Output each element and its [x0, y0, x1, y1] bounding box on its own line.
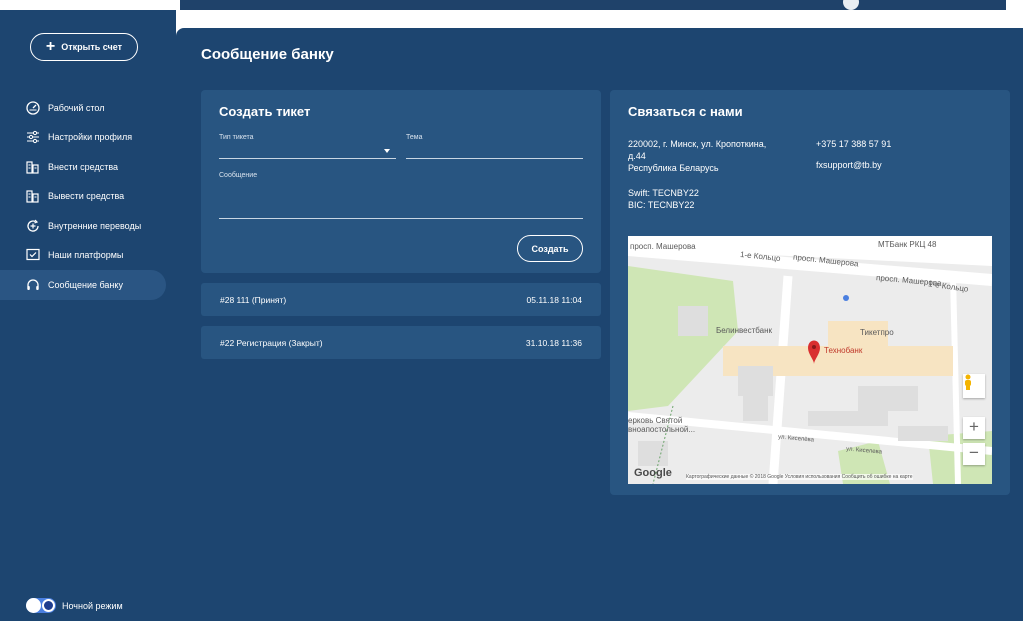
open-account-button[interactable]: + Открыть счет [30, 33, 138, 61]
night-mode-toggle[interactable] [26, 598, 56, 613]
page-title: Сообщение банку [201, 46, 334, 63]
platform-icon [26, 248, 40, 262]
ticket-name: #28 111 (Принят) [220, 294, 287, 305]
map-street-label: просп. Машерова [630, 242, 696, 251]
ticket-type-label: Тип тикета [219, 134, 254, 141]
chevron-down-icon[interactable] [384, 149, 390, 153]
transfer-icon [26, 219, 40, 233]
night-mode-label: Ночной режим [62, 600, 123, 611]
message-textarea[interactable] [219, 218, 583, 219]
contact-title: Связаться с нами [628, 104, 743, 119]
message-label: Сообщение [219, 172, 258, 179]
address-line-3: Республика Беларусь [628, 163, 719, 173]
map-canvas [628, 236, 992, 484]
address-line-1: 220002, г. Минск, ул. Кропоткина, [628, 139, 767, 149]
dashboard-icon [26, 101, 40, 115]
settings-sliders-icon [26, 130, 40, 144]
create-ticket-button[interactable]: Создать [517, 235, 583, 262]
sidebar-item-label: Наши платформы [48, 250, 124, 261]
sidebar: + Открыть счет Рабочий стол Настройки пр… [0, 10, 176, 621]
sidebar-item-label: Вывести средства [48, 191, 125, 202]
map-poi-label: Технобанк [824, 346, 863, 355]
sidebar-item-internal-transfers[interactable]: Внутренние переводы [0, 211, 176, 241]
map-poi-label: вноапостольной... [628, 425, 696, 434]
location-map[interactable]: просп. Машерова 1-е Кольцо просп. Машеро… [628, 236, 992, 484]
swift-code: Swift: TECNBY22 [628, 188, 699, 198]
create-ticket-card: Создать тикет Тип тикета Тема Сообщение … [201, 90, 601, 273]
sidebar-item-profile-settings[interactable]: Настройки профиля [0, 123, 176, 153]
zoom-in-button[interactable]: + [963, 417, 985, 439]
deposit-icon [26, 160, 40, 174]
sidebar-item-label: Настройки профиля [48, 132, 133, 143]
support-email[interactable]: fxsupport@tb.by [816, 159, 882, 171]
main-panel: Сообщение банку Создать тикет Тип тикета… [176, 28, 1023, 621]
map-poi-label: МТБанк РКЦ 48 [878, 240, 937, 249]
sidebar-item-label: Сообщение банку [48, 279, 123, 290]
contact-card: Связаться с нами 220002, г. Минск, ул. К… [610, 90, 1010, 495]
sidebar-nav: Рабочий стол Настройки профиля Внести ср… [0, 93, 176, 300]
sidebar-item-platforms[interactable]: Наши платформы [0, 241, 176, 271]
sidebar-item-label: Внести средства [48, 161, 119, 172]
topic-label: Тема [406, 134, 423, 141]
phone-number[interactable]: +375 17 388 57 91 [816, 138, 891, 150]
google-logo: Google [634, 467, 672, 479]
withdraw-icon [26, 189, 40, 203]
header-strip [180, 0, 1006, 10]
map-poi-label: Белинвестбанк [716, 326, 773, 335]
ticket-name: #22 Регистрация (Закрыт) [220, 337, 323, 348]
map-poi-label: Тикетпро [860, 328, 894, 337]
create-ticket-title: Создать тикет [219, 104, 311, 119]
plus-icon: + [45, 38, 56, 55]
map-poi-label: ерковь Святой [628, 416, 683, 425]
ticket-row[interactable]: #22 Регистрация (Закрыт) 31.10.18 11:36 [201, 326, 601, 359]
topic-input[interactable] [406, 158, 583, 159]
headset-icon [26, 278, 40, 292]
sidebar-item-withdraw[interactable]: Вывести средства [0, 182, 176, 212]
sidebar-item-label: Внутренние переводы [48, 220, 142, 231]
sidebar-item-deposit[interactable]: Внести средства [0, 152, 176, 182]
ticket-date: 05.11.18 11:04 [526, 294, 582, 305]
ticket-row[interactable]: #28 111 (Принят) 05.11.18 11:04 [201, 283, 601, 316]
toggle-knob-active [42, 599, 55, 612]
address-line-2: д.44 [628, 151, 646, 161]
sidebar-item-bank-message[interactable]: Сообщение банку [0, 270, 166, 300]
sidebar-item-dashboard[interactable]: Рабочий стол [0, 93, 176, 123]
ticket-type-select[interactable] [219, 158, 396, 159]
sidebar-item-label: Рабочий стол [48, 102, 105, 113]
top-bar [0, 0, 1023, 10]
bic-code: BIC: TECNBY22 [628, 200, 695, 210]
toggle-knob [26, 598, 41, 613]
map-attribution[interactable]: Картографические данные © 2018 Google Ус… [686, 474, 913, 480]
night-mode: Ночной режим [26, 598, 123, 613]
open-account-label: Открыть счет [61, 42, 123, 52]
street-view-icon[interactable] [963, 374, 985, 398]
zoom-out-button[interactable]: − [963, 443, 985, 465]
ticket-date: 31.10.18 11:36 [525, 337, 582, 348]
